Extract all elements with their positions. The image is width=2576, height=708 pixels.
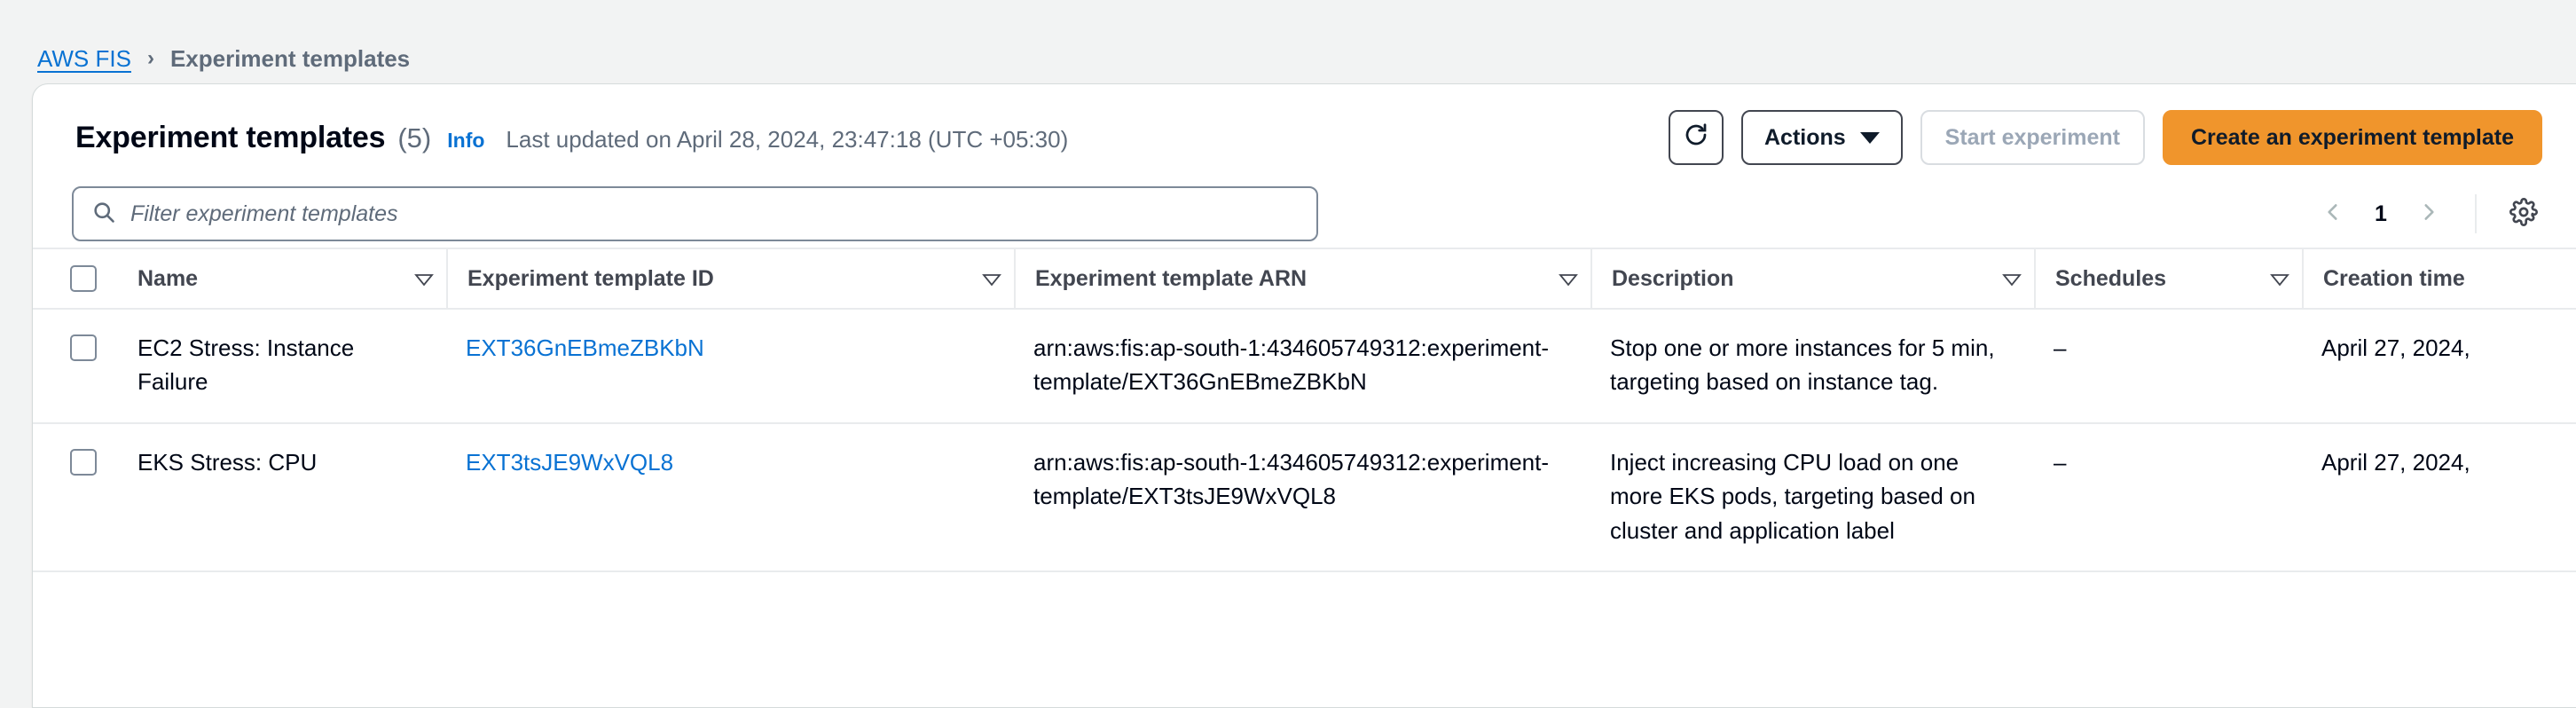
- column-label-creation-time: Creation time: [2323, 265, 2465, 291]
- column-label-template-id: Experiment template ID: [467, 265, 714, 291]
- select-all-checkbox[interactable]: [70, 265, 97, 292]
- filter-row: Filter experiment templates 1: [33, 166, 2576, 248]
- refresh-button[interactable]: [1668, 110, 1724, 165]
- start-experiment-label: Start experiment: [1944, 124, 2120, 150]
- table-row[interactable]: EC2 Stress: Instance Failure EXT36GnEBme…: [33, 309, 2576, 423]
- cell-creation-time: April 27, 2024,: [2321, 448, 2470, 476]
- sort-icon-template-arn[interactable]: [1559, 272, 1578, 287]
- column-label-schedules: Schedules: [2055, 265, 2167, 291]
- breadcrumb-link-aws-fis[interactable]: AWS FIS: [37, 45, 131, 73]
- table-preferences-button[interactable]: [2498, 188, 2549, 240]
- column-label-description: Description: [1612, 265, 1734, 291]
- row-checkbox[interactable]: [70, 448, 97, 476]
- pagination-divider: [2475, 194, 2477, 233]
- pagination: 1: [2308, 188, 2549, 240]
- pagination-page-1[interactable]: 1: [2363, 201, 2399, 227]
- actions-label: Actions: [1763, 124, 1846, 150]
- chevron-right-icon: [2417, 201, 2440, 228]
- search-icon: [91, 200, 116, 229]
- row-checkbox[interactable]: [70, 334, 97, 361]
- cell-template-arn: arn:aws:fis:ap-south-1:434605749312:expe…: [1033, 334, 1550, 396]
- select-all-header: [33, 248, 118, 309]
- row-select-cell: [33, 423, 118, 571]
- table-header: Name Experiment template ID Experiment t…: [33, 248, 2576, 309]
- breadcrumb-separator-icon: ›: [146, 46, 154, 70]
- panel-header: Experiment templates (5) Info Last updat…: [33, 84, 2576, 166]
- last-updated-text: Last updated on April 28, 2024, 23:47:18…: [506, 125, 1069, 153]
- create-experiment-template-label: Create an experiment template: [2190, 124, 2514, 150]
- experiment-templates-panel: Experiment templates (5) Info Last updat…: [32, 83, 2576, 708]
- pagination-prev-button[interactable]: [2308, 189, 2358, 239]
- column-label-template-arn: Experiment template ARN: [1035, 265, 1308, 291]
- column-header-description[interactable]: Description: [1590, 248, 2034, 309]
- breadcrumb-current-experiment-templates: Experiment templates: [169, 44, 411, 72]
- page-title: Experiment templates: [75, 120, 386, 154]
- refresh-icon: [1683, 122, 1709, 154]
- cell-name: EC2 Stress: Instance Failure: [137, 334, 355, 396]
- table-row[interactable]: EKS Stress: CPU EXT3tsJE9WxVQL8 arn:aws:…: [33, 423, 2576, 572]
- cell-template-id: EXT36GnEBmeZBKbN: [446, 309, 1014, 423]
- row-select-cell: [33, 309, 118, 423]
- column-header-creation-time[interactable]: Creation time: [2302, 248, 2576, 309]
- cell-description: Stop one or more instances for 5 min, ta…: [1610, 334, 1995, 396]
- table-header-row: Name Experiment template ID Experiment t…: [33, 248, 2576, 309]
- column-header-template-id[interactable]: Experiment template ID: [446, 248, 1014, 309]
- cell-template-id: EXT3tsJE9WxVQL8: [446, 423, 1014, 571]
- panel-actions: Actions Start experiment Create an exper…: [1668, 110, 2542, 165]
- search-input[interactable]: Filter experiment templates: [72, 186, 1318, 241]
- chevron-left-icon: [2321, 201, 2344, 228]
- search-placeholder: Filter experiment templates: [130, 201, 398, 226]
- column-header-name[interactable]: Name: [118, 248, 446, 309]
- cell-schedules: –: [2054, 334, 2067, 361]
- column-header-template-arn[interactable]: Experiment template ARN: [1014, 248, 1590, 309]
- table-body: EC2 Stress: Instance Failure EXT36GnEBme…: [33, 309, 2576, 572]
- create-experiment-template-button[interactable]: Create an experiment template: [2162, 110, 2542, 165]
- sort-icon-description[interactable]: [2002, 272, 2022, 287]
- cell-description: Inject increasing CPU load on one more E…: [1610, 448, 1975, 544]
- template-id-link[interactable]: EXT36GnEBmeZBKbN: [466, 334, 704, 361]
- column-header-schedules[interactable]: Schedules: [2034, 248, 2302, 309]
- cell-schedules: –: [2054, 448, 2067, 476]
- template-count: (5): [397, 122, 432, 153]
- actions-dropdown-button[interactable]: Actions: [1740, 110, 1903, 165]
- chevron-down-icon: [1859, 131, 1880, 144]
- gear-icon: [2509, 197, 2538, 231]
- cell-template-arn: arn:aws:fis:ap-south-1:434605749312:expe…: [1033, 448, 1550, 510]
- info-link[interactable]: Info: [447, 129, 484, 153]
- breadcrumb: AWS FIS › Experiment templates: [0, 0, 2576, 83]
- cell-name: EKS Stress: CPU: [137, 448, 318, 476]
- sort-icon-name[interactable]: [414, 272, 434, 287]
- pagination-next-button[interactable]: [2404, 189, 2454, 239]
- template-id-link[interactable]: EXT3tsJE9WxVQL8: [466, 449, 673, 476]
- panel-title-group: Experiment templates (5) Info Last updat…: [75, 121, 1068, 155]
- sort-icon-template-id[interactable]: [982, 272, 1001, 287]
- cell-creation-time: April 27, 2024,: [2321, 334, 2470, 361]
- sort-icon-schedules[interactable]: [2270, 272, 2289, 287]
- start-experiment-button[interactable]: Start experiment: [1920, 110, 2145, 165]
- experiment-templates-table: Name Experiment template ID Experiment t…: [33, 248, 2576, 572]
- column-label-name: Name: [137, 265, 199, 291]
